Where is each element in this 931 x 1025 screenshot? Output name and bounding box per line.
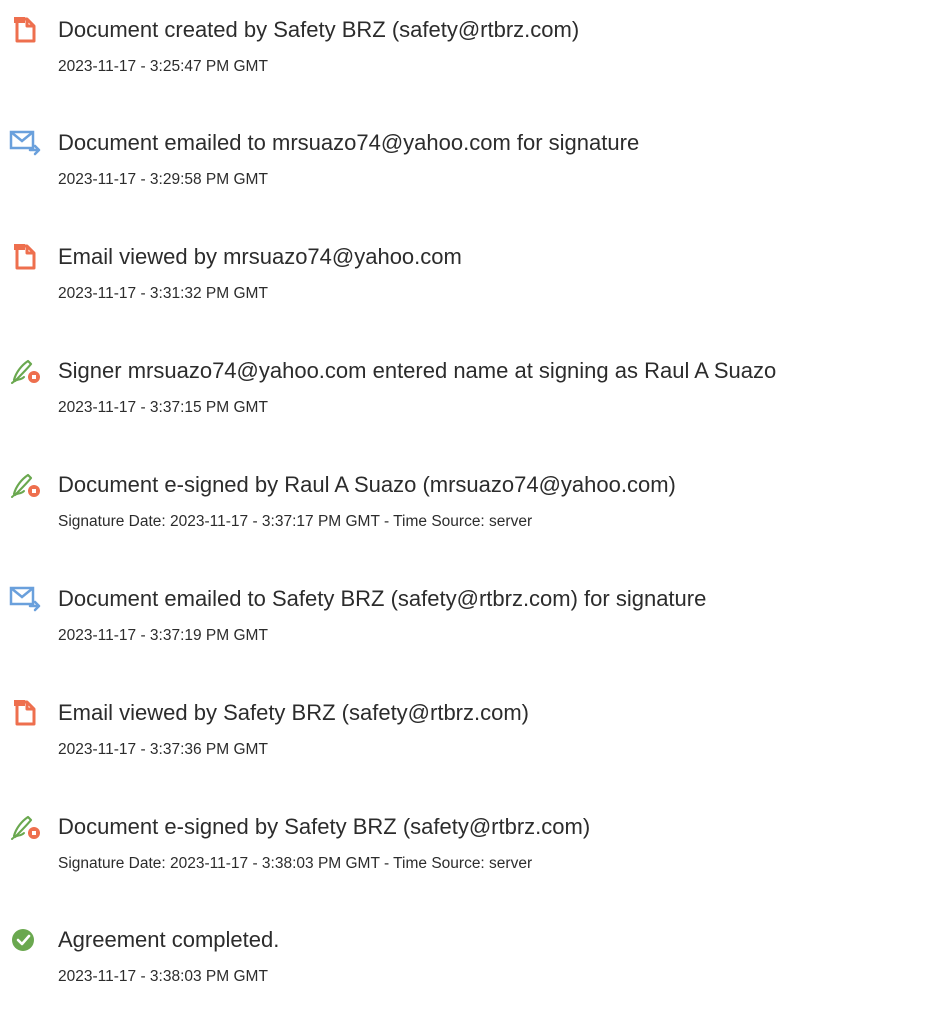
event-timestamp: Signature Date: 2023-11-17 - 3:38:03 PM … [58, 855, 533, 872]
event-title: Signer mrsuazo74@yahoo.com entered name … [58, 358, 777, 383]
email-icon [8, 584, 42, 614]
event-timestamp: Signature Date: 2023-11-17 - 3:37:17 PM … [58, 513, 533, 530]
event-title: Document e-signed by Safety BRZ (safety@… [58, 814, 591, 839]
event-title: Document e-signed by Raul A Suazo (mrsua… [58, 472, 676, 497]
event-title: Document emailed to Safety BRZ (safety@r… [58, 586, 707, 611]
audit-event: Email viewed by Safety BRZ (safety@rtbrz… [0, 698, 931, 798]
event-timestamp: 2023-11-17 - 3:29:58 PM GMT [58, 171, 268, 188]
event-timestamp: 2023-11-17 - 3:25:47 PM GMT [58, 58, 268, 75]
event-timestamp: 2023-11-17 - 3:37:36 PM GMT [58, 741, 268, 758]
audit-event: Document emailed to mrsuazo74@yahoo.com … [0, 128, 931, 228]
e-sign-icon [8, 356, 42, 386]
event-title: Document emailed to mrsuazo74@yahoo.com … [58, 130, 640, 155]
audit-event: Email viewed by mrsuazo74@yahoo.com 2023… [0, 242, 931, 342]
event-title: Document created by Safety BRZ (safety@r… [58, 17, 580, 42]
audit-event: Document e-signed by Safety BRZ (safety@… [0, 812, 931, 912]
document-icon [8, 698, 42, 728]
audit-event: Signer mrsuazo74@yahoo.com entered name … [0, 356, 931, 456]
audit-event: Document e-signed by Raul A Suazo (mrsua… [0, 470, 931, 570]
document-icon [8, 15, 42, 45]
audit-event: Document created by Safety BRZ (safety@r… [0, 15, 931, 115]
event-title: Email viewed by mrsuazo74@yahoo.com [58, 244, 462, 269]
e-sign-icon [8, 812, 42, 842]
document-icon [8, 242, 42, 272]
audit-event: Document emailed to Safety BRZ (safety@r… [0, 584, 931, 684]
e-sign-icon [8, 470, 42, 500]
check-circle-icon [8, 925, 42, 955]
event-timestamp: 2023-11-17 - 3:37:19 PM GMT [58, 627, 268, 644]
event-timestamp: 2023-11-17 - 3:37:15 PM GMT [58, 399, 268, 416]
audit-event: Agreement completed. 2023-11-17 - 3:38:0… [0, 925, 931, 1025]
event-timestamp: 2023-11-17 - 3:38:03 PM GMT [58, 968, 268, 985]
event-title: Agreement completed. [58, 927, 280, 952]
event-timestamp: 2023-11-17 - 3:31:32 PM GMT [58, 285, 268, 302]
email-icon [8, 128, 42, 158]
event-title: Email viewed by Safety BRZ (safety@rtbrz… [58, 700, 530, 725]
